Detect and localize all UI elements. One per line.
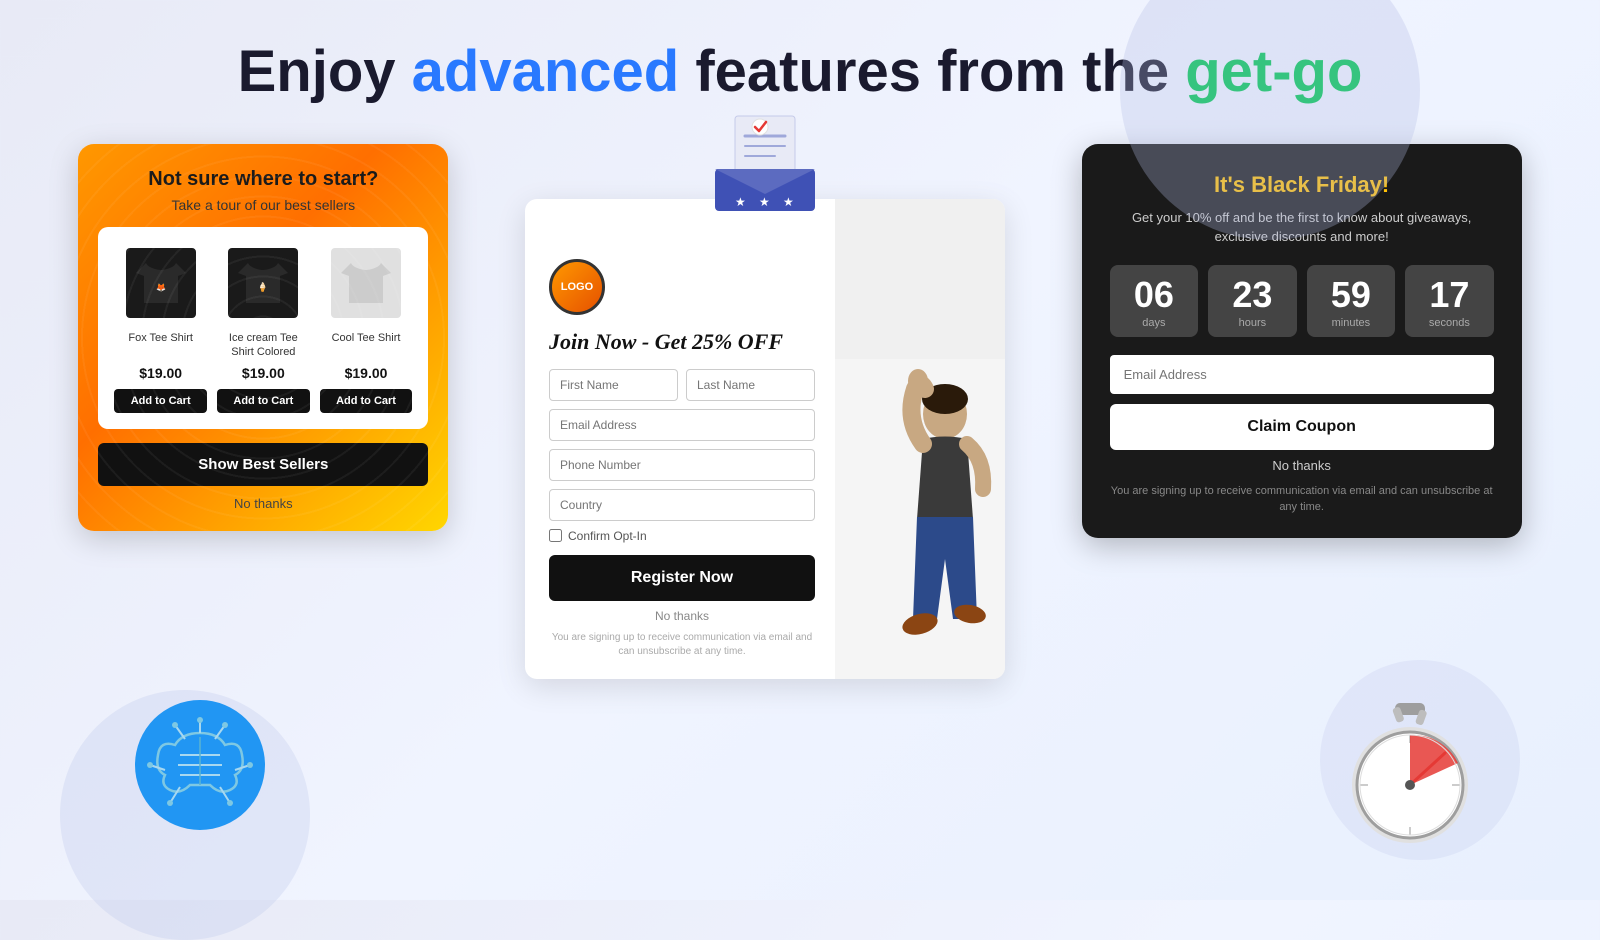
form-no-thanks[interactable]: No thanks (549, 609, 815, 623)
first-name-input[interactable] (549, 369, 678, 401)
email-input[interactable] (549, 409, 815, 441)
brain-icon (130, 695, 270, 840)
phone-input[interactable] (549, 449, 815, 481)
logo-badge: LOGO (549, 259, 605, 315)
title-part2: features from the (679, 39, 1185, 104)
form-image-section (835, 199, 1005, 679)
opt-in-checkbox[interactable] (549, 529, 562, 542)
add-to-cart-btn-1[interactable]: Add to Cart (114, 389, 207, 413)
product-name-1: Fox Tee Shirt (114, 331, 207, 359)
hours-number: 23 (1216, 277, 1289, 313)
product-name-3: Cool Tee Shirt (320, 331, 413, 359)
bf-disclaimer: You are signing up to receive communicat… (1110, 483, 1494, 516)
bestsellers-subtitle: Take a tour of our best sellers (98, 197, 428, 213)
svg-text:★: ★ (759, 195, 770, 209)
product-item-3: Cool Tee Shirt $19.00 Add to Cart (320, 243, 413, 414)
product-price-1: $19.00 (114, 365, 207, 381)
product-price-2: $19.00 (217, 365, 310, 381)
form-disclaimer: You are signing up to receive communicat… (549, 631, 815, 659)
logo-text: LOGO (561, 281, 593, 293)
hours-label: hours (1216, 317, 1289, 329)
add-to-cart-btn-2[interactable]: Add to Cart (217, 389, 310, 413)
minutes-number: 59 (1315, 277, 1388, 313)
svg-text:🦊: 🦊 (156, 283, 166, 292)
show-best-sellers-button[interactable]: Show Best Sellers (98, 443, 428, 486)
bestsellers-title: Not sure where to start? (98, 168, 428, 191)
product-img-3 (326, 243, 406, 323)
register-button[interactable]: Register Now (549, 555, 815, 601)
claim-coupon-button[interactable]: Claim Coupon (1110, 404, 1494, 450)
product-img-1: 🦊 (121, 243, 201, 323)
seconds-number: 17 (1413, 277, 1486, 313)
svg-text:★: ★ (783, 195, 794, 209)
countdown-days: 06 days (1110, 265, 1199, 337)
countdown-minutes: 59 minutes (1307, 265, 1396, 337)
countdown-hours: 23 hours (1208, 265, 1297, 337)
countdown-row: 06 days 23 hours 59 minutes 17 seconds (1110, 265, 1494, 337)
last-name-input[interactable] (686, 369, 815, 401)
bestsellers-card: Not sure where to start? Take a tour of … (78, 144, 448, 532)
form-headline: Join Now - Get 25% OFF (549, 329, 815, 355)
country-input[interactable] (549, 489, 815, 521)
bf-email-input[interactable] (1110, 355, 1494, 394)
days-label: days (1118, 317, 1191, 329)
title-part1: Enjoy (238, 39, 412, 104)
days-number: 06 (1118, 277, 1191, 313)
opt-in-label: Confirm Opt-In (568, 529, 647, 543)
form-left-section: LOGO Join Now - Get 25% OFF Confirm Opt-… (525, 199, 835, 679)
countdown-seconds: 17 seconds (1405, 265, 1494, 337)
product-price-3: $19.00 (320, 365, 413, 381)
product-item-2: 🍦 Ice cream Tee Shirt Colored $19.00 Add… (217, 243, 310, 414)
product-name-2: Ice cream Tee Shirt Colored (217, 331, 310, 360)
product-img-2: 🍦 (223, 243, 303, 323)
title-advanced: advanced (412, 39, 680, 104)
svg-text:🍦: 🍦 (258, 281, 269, 292)
seconds-label: seconds (1413, 317, 1486, 329)
envelope-icon: ★ ★ ★ (705, 114, 825, 219)
form-card: LOGO Join Now - Get 25% OFF Confirm Opt-… (525, 199, 1005, 679)
add-to-cart-btn-3[interactable]: Add to Cart (320, 389, 413, 413)
stopwatch-icon (1340, 695, 1480, 850)
form-card-wrapper: ★ ★ ★ LOGO Join Now - Get 25% OFF (525, 114, 1005, 679)
svg-text:★: ★ (735, 195, 746, 209)
products-grid: 🦊 Fox Tee Shirt $19.00 Add to Cart 🍦 Ice… (98, 227, 428, 430)
product-item-1: 🦊 Fox Tee Shirt $19.00 Add to Cart (114, 243, 207, 414)
opt-in-row: Confirm Opt-In (549, 529, 815, 543)
bf-no-thanks[interactable]: No thanks (1110, 458, 1494, 473)
minutes-label: minutes (1315, 317, 1388, 329)
form-name-row (549, 369, 815, 401)
cards-container: Not sure where to start? Take a tour of … (0, 144, 1600, 679)
no-thanks-link-1[interactable]: No thanks (98, 496, 428, 511)
